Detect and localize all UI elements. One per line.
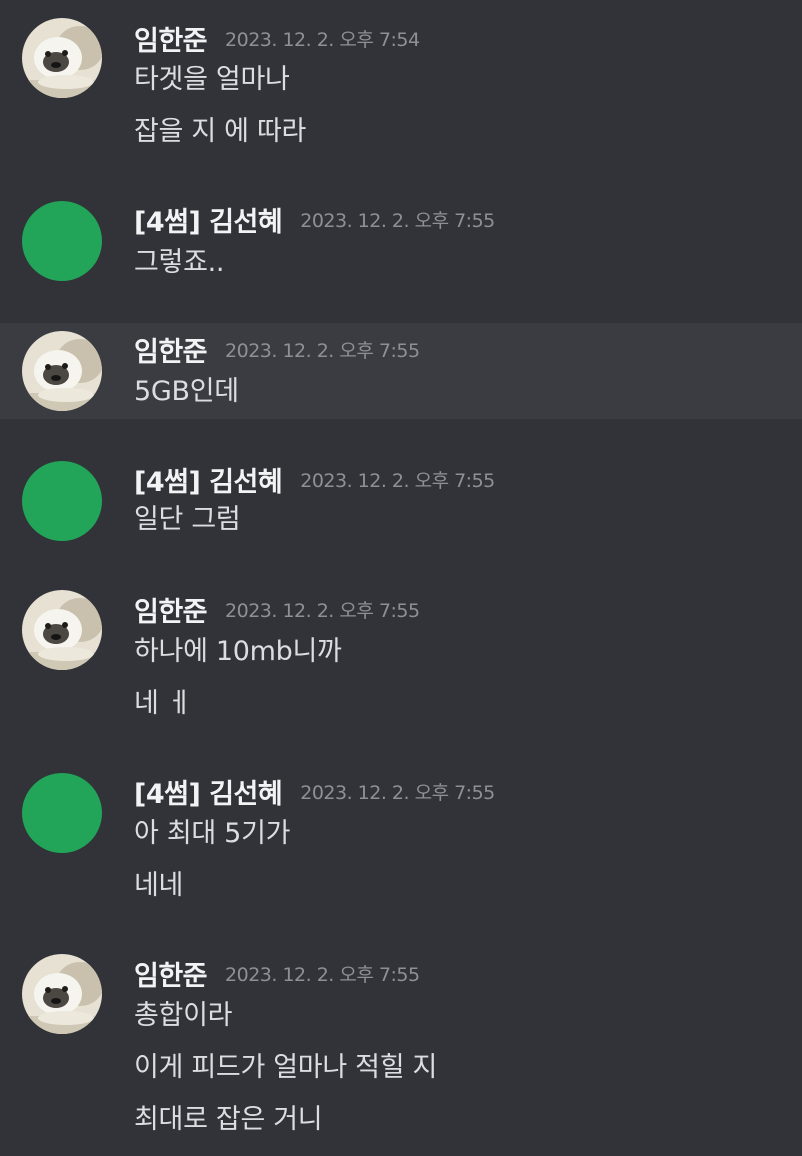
message-header: [4썸] 김선혜 2023. 12. 2. 오후 7:55 <box>134 772 495 811</box>
message-text: 일단 그럼 <box>134 504 241 535</box>
message-header: 임한준 2023. 12. 2. 오후 7:55 <box>134 954 420 993</box>
user-avatar[interactable] <box>22 18 102 98</box>
message-group: 임한준 2023. 12. 2. 오후 7:55 총합이라 이게 피드가 얼마나… <box>0 936 802 1156</box>
message-group: 임한준 2023. 12. 2. 오후 7:55 하나에 10mb니까 네 ㅔ <box>0 572 802 742</box>
message-group: [4썸] 김선혜 2023. 12. 2. 오후 7:55 아 최대 5기가 네… <box>0 754 802 924</box>
timestamp[interactable]: 2023. 12. 2. 오후 7:55 <box>225 336 420 363</box>
message-group: 임한준 2023. 12. 2. 오후 7:55 5GB인데 <box>0 323 802 419</box>
message-text: 최대로 잡은 거니 <box>134 1104 323 1135</box>
dog-avatar-icon <box>22 590 102 670</box>
timestamp[interactable]: 2023. 12. 2. 오후 7:55 <box>300 466 495 493</box>
username[interactable]: [4썸] 김선혜 <box>134 460 283 499</box>
dog-avatar-icon <box>22 954 102 1034</box>
message-header: [4썸] 김선혜 2023. 12. 2. 오후 7:55 <box>134 200 495 239</box>
message-header: [4썸] 김선혜 2023. 12. 2. 오후 7:55 <box>134 460 495 499</box>
message-text: 네 ㅔ <box>134 688 192 719</box>
message-text: 이게 피드가 얼마나 적힐 지 <box>134 1052 438 1083</box>
user-avatar[interactable] <box>22 773 102 853</box>
timestamp[interactable]: 2023. 12. 2. 오후 7:55 <box>225 960 420 987</box>
message-text: 5GB인데 <box>134 376 239 407</box>
timestamp[interactable]: 2023. 12. 2. 오후 7:55 <box>300 778 495 805</box>
timestamp[interactable]: 2023. 12. 2. 오후 7:55 <box>300 206 495 233</box>
dog-avatar-icon <box>22 18 102 98</box>
message-text: 총합이라 <box>134 1000 233 1031</box>
message-header: 임한준 2023. 12. 2. 오후 7:54 <box>134 19 420 58</box>
message-text: 아 최대 5기가 <box>134 818 291 849</box>
dog-avatar-icon <box>22 331 102 411</box>
username[interactable]: 임한준 <box>134 590 208 629</box>
user-avatar[interactable] <box>22 461 102 541</box>
message-text: 하나에 10mb니까 <box>134 636 342 667</box>
message-text: 타겟을 얼마나 <box>134 64 290 95</box>
message-text: 그렇죠.. <box>134 247 225 278</box>
username[interactable]: [4썸] 김선혜 <box>134 200 283 239</box>
username[interactable]: 임한준 <box>134 954 208 993</box>
username[interactable]: [4썸] 김선혜 <box>134 772 283 811</box>
message-text: 잡을 지 에 따라 <box>134 116 307 147</box>
message-text: 네네 <box>134 870 184 901</box>
timestamp[interactable]: 2023. 12. 2. 오후 7:54 <box>225 25 420 52</box>
user-avatar[interactable] <box>22 331 102 411</box>
user-avatar[interactable] <box>22 954 102 1034</box>
username[interactable]: 임한준 <box>134 19 208 58</box>
timestamp[interactable]: 2023. 12. 2. 오후 7:55 <box>225 596 420 623</box>
message-group: 임한준 2023. 12. 2. 오후 7:54 타겟을 얼마나 잡을 지 에 … <box>0 0 802 170</box>
user-avatar[interactable] <box>22 590 102 670</box>
message-group: [4썸] 김선혜 2023. 12. 2. 오후 7:55 그렇죠.. <box>0 182 802 312</box>
username[interactable]: 임한준 <box>134 330 208 369</box>
chat-message-list: 임한준 2023. 12. 2. 오후 7:54 타겟을 얼마나 잡을 지 에 … <box>0 0 802 1156</box>
user-avatar[interactable] <box>22 201 102 281</box>
message-header: 임한준 2023. 12. 2. 오후 7:55 <box>134 590 420 629</box>
message-header: 임한준 2023. 12. 2. 오후 7:55 <box>134 330 420 369</box>
message-group: [4썸] 김선혜 2023. 12. 2. 오후 7:55 일단 그럼 <box>0 442 802 562</box>
